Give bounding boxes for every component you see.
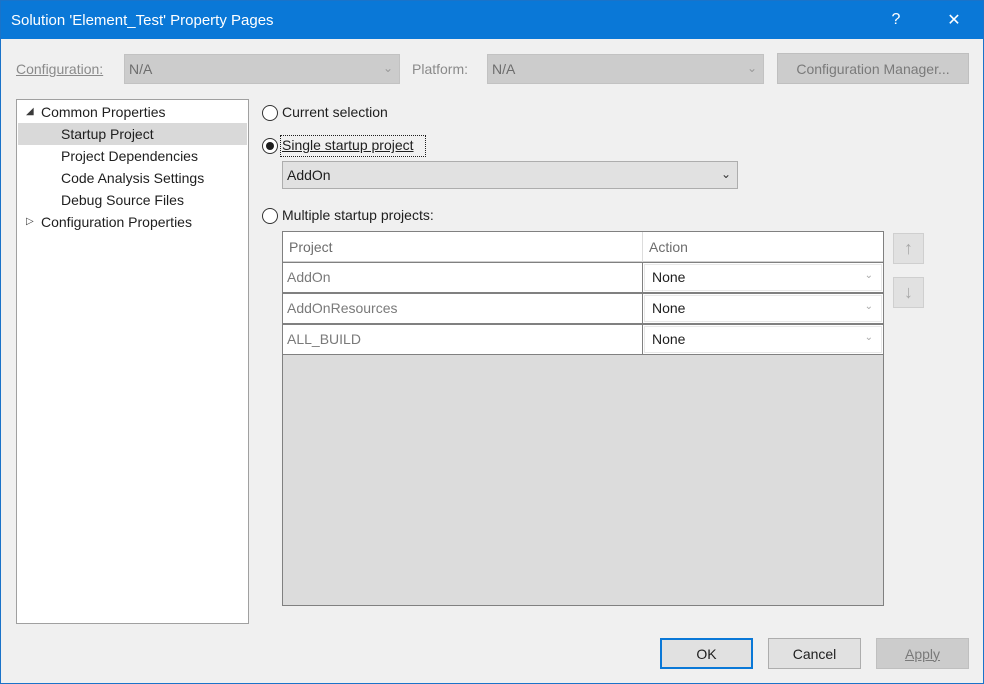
cancel-button[interactable]: Cancel — [768, 638, 861, 669]
project-cell: AddOn — [283, 263, 643, 292]
configuration-combo[interactable]: N/A ⌄ — [124, 54, 400, 84]
arrow-down-icon: ↓ — [904, 282, 913, 302]
table-row[interactable]: AddOn None ⌄ — [283, 262, 883, 293]
configuration-label: Configuration: — [16, 61, 103, 77]
table-row[interactable]: ALL_BUILD None ⌄ — [283, 324, 883, 355]
platform-combo[interactable]: N/A ⌄ — [487, 54, 764, 84]
action-dropdown[interactable]: None ⌄ — [643, 263, 883, 292]
property-pages-dialog: Solution 'Element_Test' Property Pages ?… — [0, 0, 984, 684]
action-dropdown[interactable]: None ⌄ — [643, 325, 883, 354]
collapse-arrow-icon[interactable]: ◢ — [26, 106, 34, 117]
column-header-project: Project — [289, 239, 333, 255]
ok-label: OK — [696, 645, 717, 662]
move-up-button[interactable]: ↑ — [893, 233, 924, 264]
chevron-down-icon: ⌄ — [382, 61, 393, 75]
platform-label-text: Platform: — [412, 61, 469, 77]
action-value: None — [652, 331, 686, 347]
expand-arrow-icon[interactable]: ▷ — [26, 216, 34, 227]
chevron-down-icon: ⌄ — [864, 270, 873, 281]
table-row[interactable]: AddOnResources None ⌄ — [283, 293, 883, 324]
configuration-value: N/A — [129, 61, 153, 77]
tree-item-label: Common Properties — [41, 104, 166, 120]
platform-value: N/A — [492, 61, 516, 77]
action-dropdown[interactable]: None ⌄ — [643, 294, 883, 323]
window-title: Solution 'Element_Test' Property Pages — [11, 12, 274, 29]
apply-label: Apply — [904, 645, 941, 662]
multiple-startup-radio[interactable] — [262, 208, 278, 224]
current-selection-label[interactable]: Current selection — [282, 104, 388, 120]
ok-button[interactable]: OK — [660, 638, 753, 669]
startup-projects-grid: Project Action AddOn None ⌄ AddOnResourc… — [282, 231, 884, 606]
single-startup-value: AddOn — [287, 167, 331, 183]
move-down-button[interactable]: ↓ — [893, 277, 924, 308]
cancel-label: Cancel — [792, 645, 837, 662]
tree-item-common-properties[interactable]: Common Properties — [41, 101, 247, 123]
grid-header: Project Action — [283, 232, 883, 262]
close-button[interactable]: ✕ — [931, 1, 977, 39]
tree-item-startup-project[interactable]: Startup Project — [18, 123, 247, 145]
tree-item-debug-source-files[interactable]: Debug Source Files — [61, 189, 184, 211]
project-cell: ALL_BUILD — [283, 325, 643, 354]
tree-item-project-dependencies[interactable]: Project Dependencies — [61, 145, 198, 167]
help-icon: ? — [891, 11, 901, 28]
tree-item-label: Startup Project — [61, 126, 154, 142]
tree-item-label: Code Analysis Settings — [61, 170, 205, 186]
action-value: None — [652, 269, 686, 285]
tree-item-code-analysis-settings[interactable]: Code Analysis Settings — [61, 167, 204, 189]
single-startup-radio[interactable] — [262, 138, 278, 154]
single-startup-dropdown[interactable]: AddOn ⌄ — [282, 161, 738, 189]
tree-item-label: Configuration Properties — [41, 214, 192, 230]
chevron-down-icon: ⌄ — [864, 301, 873, 312]
property-tree[interactable]: ◢ Common Properties Startup Project Proj… — [16, 99, 249, 624]
title-bar[interactable]: Solution 'Element_Test' Property Pages ?… — [1, 1, 983, 39]
platform-label: Platform: — [412, 61, 468, 77]
project-cell: AddOnResources — [283, 294, 643, 323]
close-icon: ✕ — [947, 12, 961, 29]
chevron-down-icon: ⌄ — [864, 332, 873, 343]
action-value: None — [652, 300, 686, 316]
apply-button[interactable]: Apply — [876, 638, 969, 669]
help-button[interactable]: ? — [873, 1, 919, 39]
configuration-manager-label: Configuration Manager... — [796, 60, 950, 77]
tree-item-configuration-properties[interactable]: Configuration Properties — [41, 211, 192, 233]
column-header-action: Action — [649, 239, 688, 255]
tree-item-label: Project Dependencies — [61, 148, 198, 164]
chevron-down-icon: ⌄ — [720, 167, 731, 181]
multiple-startup-label[interactable]: Multiple startup projects: — [282, 207, 434, 223]
configuration-label-text: Configuration: — [16, 61, 104, 77]
single-startup-label[interactable]: Single startup project — [282, 137, 414, 153]
arrow-up-icon: ↑ — [904, 238, 913, 258]
tree-item-label: Debug Source Files — [61, 192, 184, 208]
configuration-manager-button[interactable]: Configuration Manager... — [777, 53, 969, 84]
current-selection-radio[interactable] — [262, 105, 278, 121]
chevron-down-icon: ⌄ — [746, 61, 757, 75]
